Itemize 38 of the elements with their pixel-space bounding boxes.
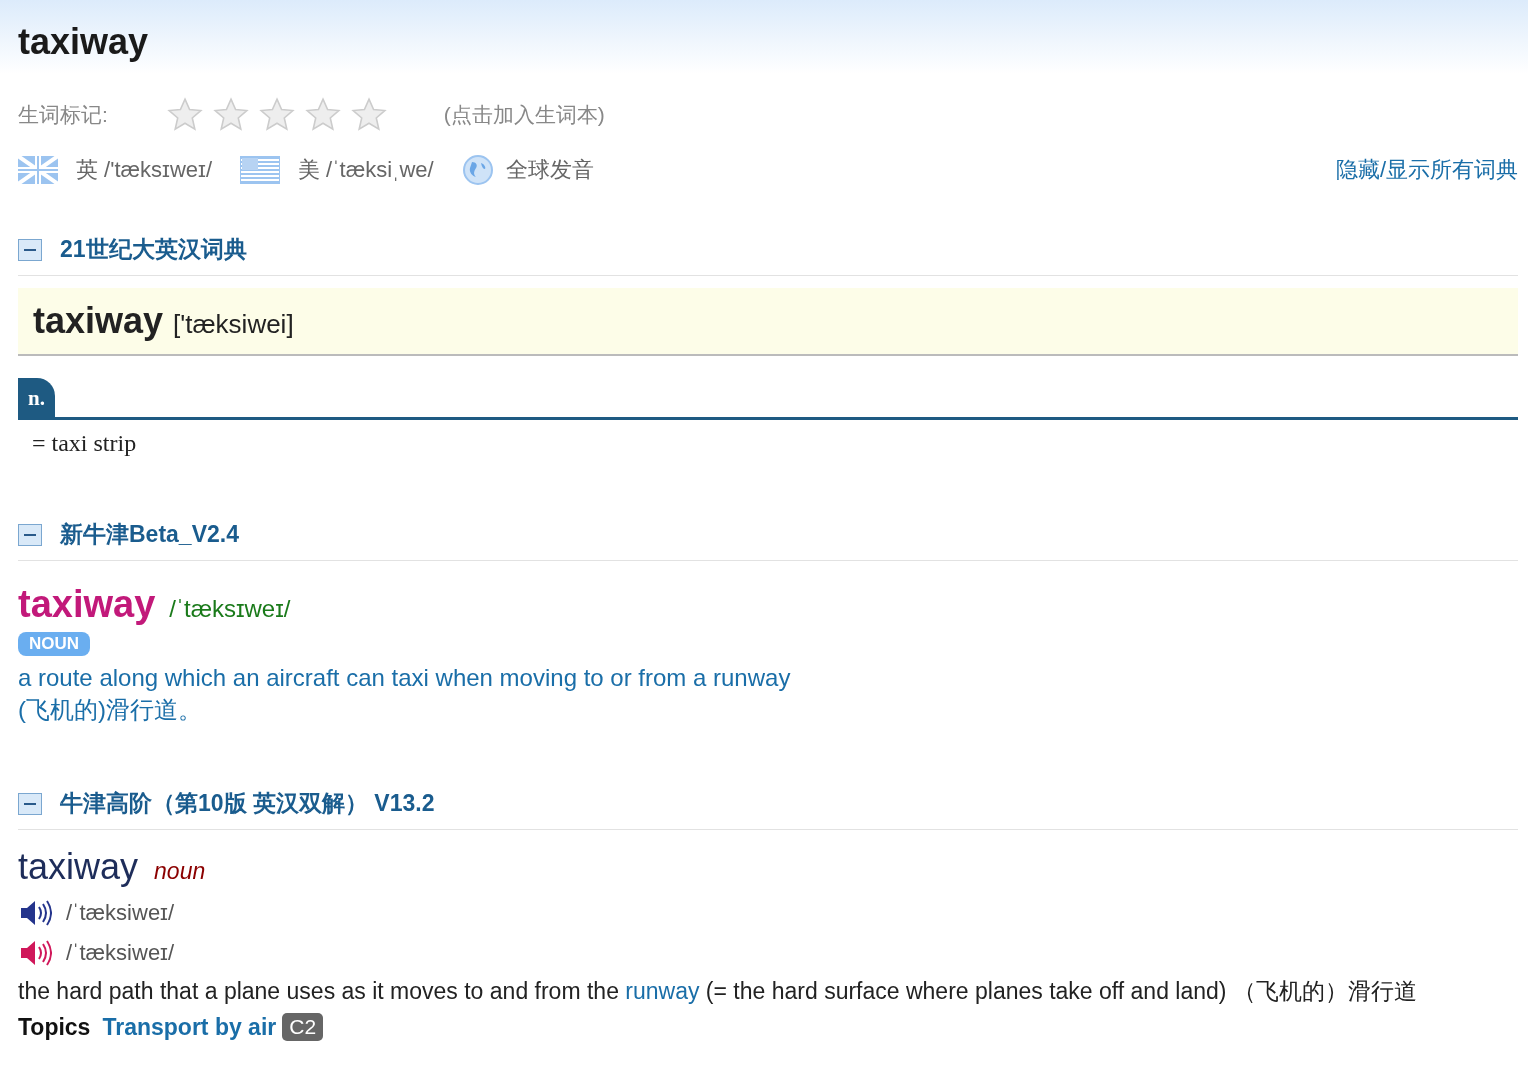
flag-icon[interactable]	[18, 156, 58, 184]
dictionary-title: 牛津高阶（第10版 英汉双解） V13.2	[60, 789, 435, 818]
part-of-speech-badge: NOUN	[18, 632, 91, 656]
headword-title: taxiway	[18, 20, 150, 64]
collapse-button[interactable]	[18, 238, 42, 261]
globe-icon[interactable]	[461, 154, 494, 186]
wordbook-label: 生词标记:	[18, 102, 108, 128]
topic-link[interactable]: Transport by air	[102, 1013, 277, 1041]
phonetic-text: /ˈtæksiweɪ/	[66, 940, 175, 966]
part-of-speech-text: noun	[154, 858, 206, 884]
entry-word: taxiway	[18, 583, 156, 625]
definition-text: the hard path that a plane uses as it moves to and from the runway (= the hard surface where planes take off and land) （飞机的）滑行道	[18, 977, 1418, 1006]
pronunciation-text[interactable]: 英 /'tæksɪweɪ/	[76, 155, 212, 185]
collapse-button[interactable]	[18, 523, 42, 546]
entry-word: taxiway	[33, 300, 164, 342]
toggle-all-dictionaries-link[interactable]: 隐藏/显示所有词典	[1335, 155, 1518, 185]
definition-text: = taxi strip	[32, 430, 138, 457]
pronunciation-text[interactable]: 全球发音	[505, 155, 594, 185]
flag-icon[interactable]	[240, 156, 280, 184]
dictionary-title: 新牛津Beta_V2.4	[60, 520, 239, 549]
phonetic-text: ['tæksiwei]	[173, 309, 294, 340]
speaker-icon[interactable]	[18, 938, 52, 968]
add-to-wordbook-hint: (点击加入生词本)	[443, 102, 605, 128]
definition-text: a route along which an aircraft can taxi when moving to or from a runway	[18, 664, 792, 692]
minus-icon	[24, 248, 36, 251]
minus-icon	[24, 533, 36, 536]
translation-text: (飞机的)滑行道。	[18, 695, 203, 725]
speaker-icon[interactable]	[18, 898, 52, 928]
topics-label: Topics	[18, 1013, 91, 1041]
phonetic-text: /ˈtæksiweɪ/	[66, 900, 175, 926]
pronunciation-text[interactable]: 美 /ˈtæksiˌwe/	[298, 155, 434, 185]
minus-icon	[24, 802, 36, 805]
phonetic-text: /ˈtæksɪweɪ/	[169, 595, 291, 622]
entry-word: taxiway	[18, 846, 139, 887]
level-badge: C2	[282, 1013, 324, 1041]
dictionary-title: 21世纪大英汉词典	[60, 235, 247, 264]
collapse-button[interactable]	[18, 792, 42, 815]
runway-link[interactable]: runway	[625, 978, 700, 1004]
